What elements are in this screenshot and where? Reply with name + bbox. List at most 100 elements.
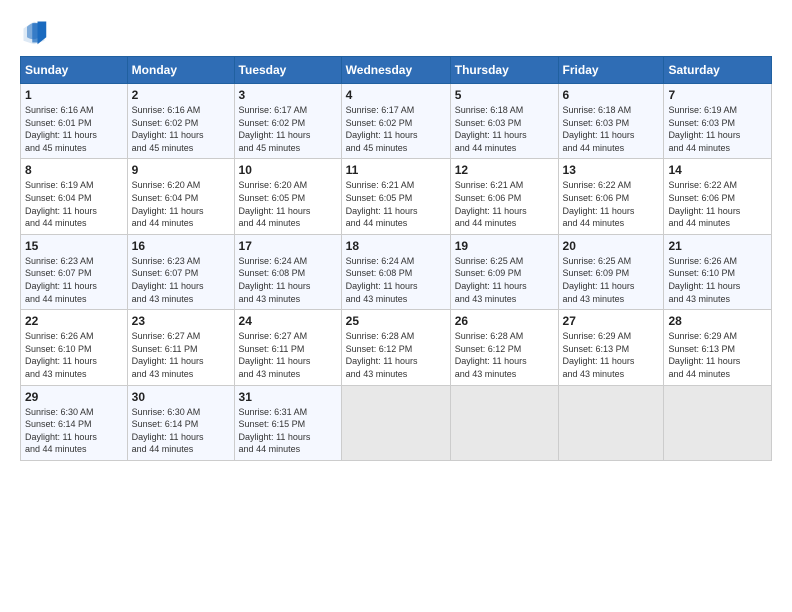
day-number: 15 — [25, 239, 123, 253]
cell-info: Sunrise: 6:25 AMSunset: 6:09 PMDaylight:… — [455, 255, 554, 305]
cell-info: Sunrise: 6:23 AMSunset: 6:07 PMDaylight:… — [25, 255, 123, 305]
calendar-cell: 22 Sunrise: 6:26 AMSunset: 6:10 PMDaylig… — [21, 310, 128, 385]
calendar-cell: 7 Sunrise: 6:19 AMSunset: 6:03 PMDayligh… — [664, 84, 772, 159]
calendar-cell: 23 Sunrise: 6:27 AMSunset: 6:11 PMDaylig… — [127, 310, 234, 385]
cell-info: Sunrise: 6:16 AMSunset: 6:02 PMDaylight:… — [132, 104, 230, 154]
calendar-header-row: SundayMondayTuesdayWednesdayThursdayFrid… — [21, 57, 772, 84]
calendar-cell: 10 Sunrise: 6:20 AMSunset: 6:05 PMDaylig… — [234, 159, 341, 234]
day-number: 24 — [239, 314, 337, 328]
day-number: 3 — [239, 88, 337, 102]
cell-info: Sunrise: 6:18 AMSunset: 6:03 PMDaylight:… — [563, 104, 660, 154]
cell-info: Sunrise: 6:24 AMSunset: 6:08 PMDaylight:… — [239, 255, 337, 305]
cell-info: Sunrise: 6:19 AMSunset: 6:04 PMDaylight:… — [25, 179, 123, 229]
day-number: 11 — [346, 163, 446, 177]
day-number: 20 — [563, 239, 660, 253]
calendar-cell: 27 Sunrise: 6:29 AMSunset: 6:13 PMDaylig… — [558, 310, 664, 385]
day-header-tuesday: Tuesday — [234, 57, 341, 84]
cell-info: Sunrise: 6:22 AMSunset: 6:06 PMDaylight:… — [668, 179, 767, 229]
day-number: 27 — [563, 314, 660, 328]
day-number: 16 — [132, 239, 230, 253]
calendar-cell: 25 Sunrise: 6:28 AMSunset: 6:12 PMDaylig… — [341, 310, 450, 385]
cell-info: Sunrise: 6:21 AMSunset: 6:06 PMDaylight:… — [455, 179, 554, 229]
calendar-cell: 26 Sunrise: 6:28 AMSunset: 6:12 PMDaylig… — [450, 310, 558, 385]
day-number: 6 — [563, 88, 660, 102]
day-number: 17 — [239, 239, 337, 253]
calendar-cell: 21 Sunrise: 6:26 AMSunset: 6:10 PMDaylig… — [664, 234, 772, 309]
day-number: 21 — [668, 239, 767, 253]
cell-info: Sunrise: 6:18 AMSunset: 6:03 PMDaylight:… — [455, 104, 554, 154]
calendar-cell: 5 Sunrise: 6:18 AMSunset: 6:03 PMDayligh… — [450, 84, 558, 159]
day-number: 4 — [346, 88, 446, 102]
cell-info: Sunrise: 6:17 AMSunset: 6:02 PMDaylight:… — [239, 104, 337, 154]
calendar-cell — [558, 385, 664, 460]
day-number: 31 — [239, 390, 337, 404]
day-number: 10 — [239, 163, 337, 177]
cell-info: Sunrise: 6:23 AMSunset: 6:07 PMDaylight:… — [132, 255, 230, 305]
day-number: 9 — [132, 163, 230, 177]
day-number: 25 — [346, 314, 446, 328]
calendar-cell: 12 Sunrise: 6:21 AMSunset: 6:06 PMDaylig… — [450, 159, 558, 234]
calendar-cell: 30 Sunrise: 6:30 AMSunset: 6:14 PMDaylig… — [127, 385, 234, 460]
day-number: 18 — [346, 239, 446, 253]
cell-info: Sunrise: 6:31 AMSunset: 6:15 PMDaylight:… — [239, 406, 337, 456]
day-header-saturday: Saturday — [664, 57, 772, 84]
header — [20, 18, 772, 46]
calendar-week-2: 8 Sunrise: 6:19 AMSunset: 6:04 PMDayligh… — [21, 159, 772, 234]
day-number: 8 — [25, 163, 123, 177]
calendar-cell: 13 Sunrise: 6:22 AMSunset: 6:06 PMDaylig… — [558, 159, 664, 234]
calendar-cell: 16 Sunrise: 6:23 AMSunset: 6:07 PMDaylig… — [127, 234, 234, 309]
calendar-cell: 28 Sunrise: 6:29 AMSunset: 6:13 PMDaylig… — [664, 310, 772, 385]
day-number: 19 — [455, 239, 554, 253]
day-number: 2 — [132, 88, 230, 102]
calendar-cell: 4 Sunrise: 6:17 AMSunset: 6:02 PMDayligh… — [341, 84, 450, 159]
calendar-cell — [450, 385, 558, 460]
cell-info: Sunrise: 6:27 AMSunset: 6:11 PMDaylight:… — [239, 330, 337, 380]
calendar-week-1: 1 Sunrise: 6:16 AMSunset: 6:01 PMDayligh… — [21, 84, 772, 159]
calendar-cell: 18 Sunrise: 6:24 AMSunset: 6:08 PMDaylig… — [341, 234, 450, 309]
calendar-table: SundayMondayTuesdayWednesdayThursdayFrid… — [20, 56, 772, 461]
logo-icon — [20, 18, 48, 46]
cell-info: Sunrise: 6:21 AMSunset: 6:05 PMDaylight:… — [346, 179, 446, 229]
calendar-cell: 11 Sunrise: 6:21 AMSunset: 6:05 PMDaylig… — [341, 159, 450, 234]
day-number: 13 — [563, 163, 660, 177]
day-header-wednesday: Wednesday — [341, 57, 450, 84]
day-header-friday: Friday — [558, 57, 664, 84]
calendar-cell: 9 Sunrise: 6:20 AMSunset: 6:04 PMDayligh… — [127, 159, 234, 234]
cell-info: Sunrise: 6:30 AMSunset: 6:14 PMDaylight:… — [25, 406, 123, 456]
day-number: 12 — [455, 163, 554, 177]
calendar-cell: 20 Sunrise: 6:25 AMSunset: 6:09 PMDaylig… — [558, 234, 664, 309]
calendar-cell: 19 Sunrise: 6:25 AMSunset: 6:09 PMDaylig… — [450, 234, 558, 309]
page: SundayMondayTuesdayWednesdayThursdayFrid… — [0, 0, 792, 612]
calendar-cell: 6 Sunrise: 6:18 AMSunset: 6:03 PMDayligh… — [558, 84, 664, 159]
day-number: 14 — [668, 163, 767, 177]
day-number: 1 — [25, 88, 123, 102]
cell-info: Sunrise: 6:24 AMSunset: 6:08 PMDaylight:… — [346, 255, 446, 305]
cell-info: Sunrise: 6:29 AMSunset: 6:13 PMDaylight:… — [563, 330, 660, 380]
cell-info: Sunrise: 6:22 AMSunset: 6:06 PMDaylight:… — [563, 179, 660, 229]
calendar-cell — [341, 385, 450, 460]
cell-info: Sunrise: 6:19 AMSunset: 6:03 PMDaylight:… — [668, 104, 767, 154]
day-header-monday: Monday — [127, 57, 234, 84]
calendar-cell: 1 Sunrise: 6:16 AMSunset: 6:01 PMDayligh… — [21, 84, 128, 159]
calendar-cell: 31 Sunrise: 6:31 AMSunset: 6:15 PMDaylig… — [234, 385, 341, 460]
cell-info: Sunrise: 6:16 AMSunset: 6:01 PMDaylight:… — [25, 104, 123, 154]
day-number: 23 — [132, 314, 230, 328]
day-number: 30 — [132, 390, 230, 404]
day-number: 26 — [455, 314, 554, 328]
day-header-sunday: Sunday — [21, 57, 128, 84]
calendar-cell — [664, 385, 772, 460]
calendar-cell: 3 Sunrise: 6:17 AMSunset: 6:02 PMDayligh… — [234, 84, 341, 159]
calendar-cell: 17 Sunrise: 6:24 AMSunset: 6:08 PMDaylig… — [234, 234, 341, 309]
day-number: 28 — [668, 314, 767, 328]
calendar-cell: 29 Sunrise: 6:30 AMSunset: 6:14 PMDaylig… — [21, 385, 128, 460]
calendar-week-4: 22 Sunrise: 6:26 AMSunset: 6:10 PMDaylig… — [21, 310, 772, 385]
cell-info: Sunrise: 6:28 AMSunset: 6:12 PMDaylight:… — [455, 330, 554, 380]
cell-info: Sunrise: 6:25 AMSunset: 6:09 PMDaylight:… — [563, 255, 660, 305]
cell-info: Sunrise: 6:17 AMSunset: 6:02 PMDaylight:… — [346, 104, 446, 154]
cell-info: Sunrise: 6:20 AMSunset: 6:04 PMDaylight:… — [132, 179, 230, 229]
calendar-cell: 2 Sunrise: 6:16 AMSunset: 6:02 PMDayligh… — [127, 84, 234, 159]
cell-info: Sunrise: 6:26 AMSunset: 6:10 PMDaylight:… — [668, 255, 767, 305]
cell-info: Sunrise: 6:20 AMSunset: 6:05 PMDaylight:… — [239, 179, 337, 229]
calendar-cell: 8 Sunrise: 6:19 AMSunset: 6:04 PMDayligh… — [21, 159, 128, 234]
day-number: 22 — [25, 314, 123, 328]
